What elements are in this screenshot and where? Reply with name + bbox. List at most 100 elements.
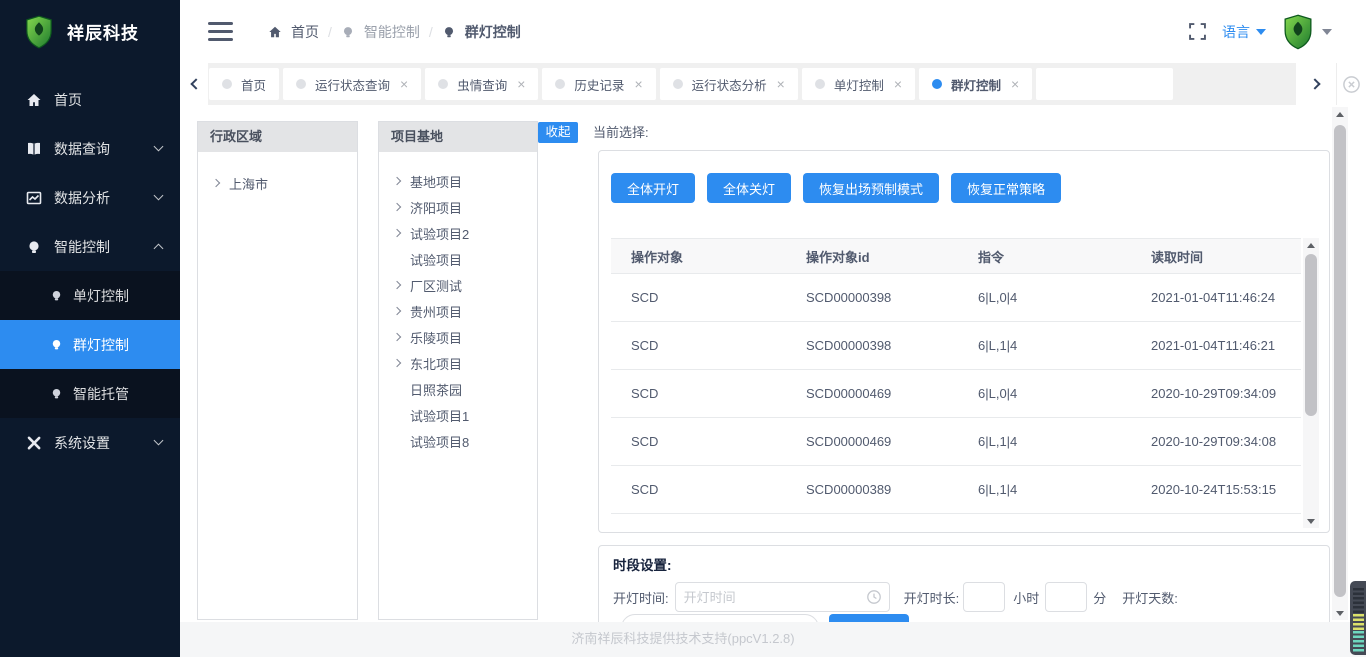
tab-label: 历史记录 <box>574 75 624 94</box>
scroll-up-icon[interactable] <box>1303 238 1319 252</box>
tab-history[interactable]: 历史记录 × <box>542 68 655 100</box>
chevron-right-icon <box>393 359 401 367</box>
project-tree-item[interactable]: 乐陵项目 <box>394 324 537 350</box>
avatar <box>1282 14 1314 50</box>
close-tab-icon[interactable]: × <box>634 77 642 91</box>
scroll-down-icon[interactable] <box>1303 514 1319 528</box>
region-tree-item-shanghai[interactable]: 上海市 <box>213 170 357 196</box>
restore-factory-preset-button[interactable]: 恢复出场预制模式 <box>803 173 939 203</box>
tabs: 首页 运行状态查询 × 虫情查询 × 历史记录 × 运行状态分析 × <box>209 63 1296 105</box>
main-scrollbar[interactable] <box>1332 107 1348 620</box>
fullscreen-icon[interactable] <box>1189 23 1206 40</box>
sidebar-item-smart-hosting[interactable]: 智能托管 <box>0 369 180 418</box>
tab-dot-icon <box>222 79 232 89</box>
tab-group-lamp-control[interactable]: 群灯控制 × <box>919 68 1032 100</box>
sidebar-item-group-lamp-control[interactable]: 群灯控制 <box>0 320 180 369</box>
table-scrollbar[interactable] <box>1303 238 1319 528</box>
project-tree-item[interactable]: 试验项目1 <box>394 402 537 428</box>
close-all-tabs-button[interactable] <box>1336 63 1366 105</box>
bulb-icon <box>50 387 63 400</box>
table-row[interactable]: SCD SCD00000398 6|L,0|4 2021-01-04T11:46… <box>611 274 1301 322</box>
breadcrumb-smart-control[interactable]: 智能控制 <box>364 22 420 42</box>
control-card: 全体开灯 全体关灯 恢复出场预制模式 恢复正常策略 操作对象 操作对象id 指令… <box>598 150 1330 533</box>
table-row[interactable]: SCD SCD00000469 6|L,0|4 2020-10-29T09:34… <box>611 370 1301 418</box>
duration-minutes-input[interactable] <box>1045 582 1087 612</box>
project-tree-item[interactable]: 试验项目 <box>394 246 537 272</box>
bulb-icon <box>26 239 42 255</box>
chevron-right-icon <box>393 203 401 211</box>
project-tree-item[interactable]: 试验项目8 <box>394 428 537 454</box>
on-time-input[interactable] <box>675 582 890 612</box>
tree-item-label: 试验项目8 <box>410 432 469 451</box>
indicator-yellow-bars <box>1353 614 1364 631</box>
project-tree-item[interactable]: 东北项目 <box>394 350 537 376</box>
table-row[interactable]: SCD SCD00000398 6|L,1|4 2021-01-04T11:46… <box>611 322 1301 370</box>
shield-logo-icon <box>24 15 54 49</box>
breadcrumb-home[interactable]: 首页 <box>291 22 319 42</box>
tab-dot-icon <box>815 79 825 89</box>
tab-run-status-analysis[interactable]: 运行状态分析 × <box>660 68 798 100</box>
bulb-icon <box>442 25 456 39</box>
chevron-left-icon <box>190 78 201 89</box>
sidebar-item-smart-control[interactable]: 智能控制 <box>0 222 180 271</box>
project-tree-item[interactable]: 日照茶园 <box>394 376 537 402</box>
sidebar-item-home[interactable]: 首页 <box>0 75 180 124</box>
project-panel-title: 项目基地 <box>379 122 537 152</box>
time-settings-form: 开灯时间: 开灯时长: 小时 分 开灯天数: <box>613 582 1178 612</box>
sidebar-item-label: 智能控制 <box>54 237 110 257</box>
tab-single-lamp-control[interactable]: 单灯控制 × <box>802 68 915 100</box>
project-tree-item[interactable]: 厂区测试 <box>394 272 537 298</box>
restore-normal-strategy-button[interactable]: 恢复正常策略 <box>951 173 1061 203</box>
region-panel-title: 行政区域 <box>198 122 357 152</box>
close-tab-icon[interactable]: × <box>400 77 408 91</box>
all-lights-on-button[interactable]: 全体开灯 <box>611 173 695 203</box>
submenu-item-label: 智能托管 <box>73 384 129 404</box>
user-avatar-menu[interactable] <box>1282 14 1332 50</box>
collapse-panel-button[interactable]: 收起 <box>538 122 578 143</box>
main-content: 行政区域 上海市 项目基地 基地项目 济阳项目 试验项目2 试验项目 厂区测试 … <box>180 105 1366 622</box>
scrollbar-thumb[interactable] <box>1305 254 1317 416</box>
menu-toggle-icon[interactable] <box>208 22 233 41</box>
cell-read-time: 2021-01-04T11:46:24 <box>1131 290 1301 305</box>
close-tab-icon[interactable]: × <box>517 77 525 91</box>
tab-strip: 首页 运行状态查询 × 虫情查询 × 历史记录 × 运行状态分析 × <box>180 63 1366 105</box>
tools-icon <box>26 435 42 451</box>
tab-dot-icon <box>438 79 448 89</box>
sidebar-item-data-query[interactable]: 数据查询 <box>0 124 180 173</box>
partial-submit-button[interactable] <box>829 614 909 622</box>
close-tab-icon[interactable]: × <box>777 77 785 91</box>
table-row[interactable]: SCD SCD00000389 6|L,1|4 2020-10-24T15:53… <box>611 466 1301 514</box>
duration-hours-input[interactable] <box>963 582 1005 612</box>
sidebar-item-single-lamp-control[interactable]: 单灯控制 <box>0 271 180 320</box>
tabs-scroll-left-button[interactable] <box>180 63 208 105</box>
tree-item-label: 上海市 <box>229 174 268 193</box>
on-time-field <box>675 582 890 612</box>
breadcrumb-separator: / <box>328 24 332 40</box>
home-icon <box>26 92 42 108</box>
tab-insect-query[interactable]: 虫情查询 × <box>425 68 538 100</box>
project-tree-item[interactable]: 试验项目2 <box>394 220 537 246</box>
cell-command: 6|L,1|4 <box>958 482 1131 497</box>
scrollbar-thumb[interactable] <box>1334 125 1346 597</box>
table-row[interactable]: SCD SCD00000469 6|L,1|4 2020-10-29T09:34… <box>611 418 1301 466</box>
tabs-scroll-right-button[interactable] <box>1296 63 1336 105</box>
language-selector[interactable]: 语言 <box>1222 22 1266 42</box>
project-tree-item[interactable]: 贵州项目 <box>394 298 537 324</box>
scroll-down-icon[interactable] <box>1332 606 1348 620</box>
project-tree-item[interactable]: 基地项目 <box>394 168 537 194</box>
tab-label: 运行状态查询 <box>315 75 390 94</box>
sidebar-item-system-settings[interactable]: 系统设置 <box>0 418 180 467</box>
cell-target: SCD <box>611 338 786 353</box>
close-tab-icon[interactable]: × <box>1011 77 1019 91</box>
partial-date-input[interactable] <box>621 614 819 622</box>
project-tree-item[interactable]: 济阳项目 <box>394 194 537 220</box>
submenu-item-label: 单灯控制 <box>73 286 129 306</box>
tab-home[interactable]: 首页 <box>209 68 279 100</box>
tab-run-status-query[interactable]: 运行状态查询 × <box>283 68 421 100</box>
sidebar-item-data-analysis[interactable]: 数据分析 <box>0 173 180 222</box>
cell-read-time: 2021-01-04T11:46:21 <box>1131 338 1301 353</box>
scroll-up-icon[interactable] <box>1332 107 1348 121</box>
close-tab-icon[interactable]: × <box>894 77 902 91</box>
all-lights-off-button[interactable]: 全体关灯 <box>707 173 791 203</box>
cell-command: 6|L,1|4 <box>958 338 1131 353</box>
